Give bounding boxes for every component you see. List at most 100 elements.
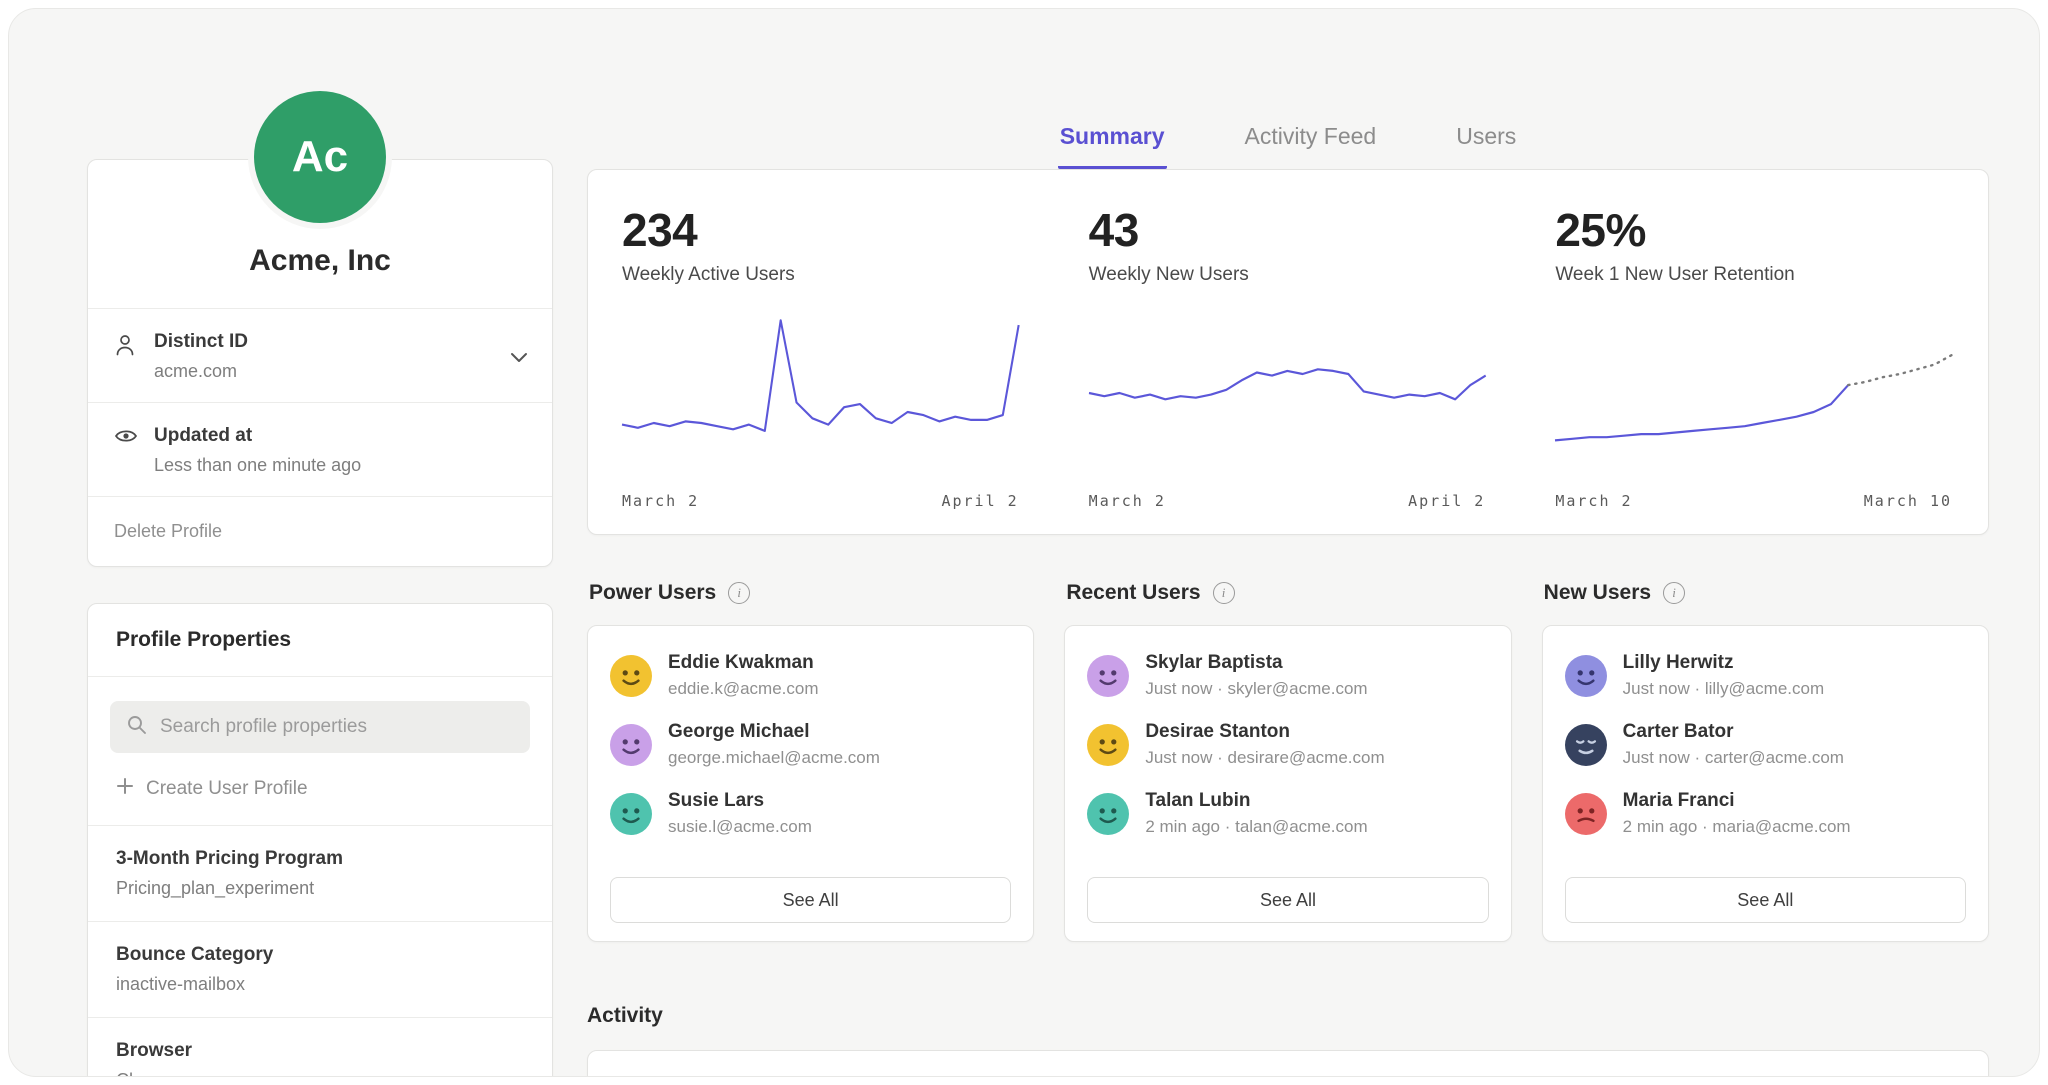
profile-properties-tools: Create User Profile	[88, 677, 552, 825]
field-distinct-id[interactable]: Distinct ID acme.com	[88, 308, 552, 402]
property-name: 3-Month Pricing Program	[116, 848, 524, 870]
create-user-profile-label: Create User Profile	[146, 778, 308, 800]
user-meta: susie.l@acme.com	[668, 817, 812, 837]
user-name: Carter Bator	[1623, 721, 1844, 743]
search-box[interactable]	[110, 701, 530, 753]
activity-section-title: Activity	[587, 1004, 1989, 1028]
user-name: Eddie Kwakman	[668, 652, 819, 674]
property-row[interactable]: Browser Chrome	[88, 1017, 552, 1077]
power-users-header: Power Users i	[589, 581, 1032, 605]
property-value: Chrome	[116, 1070, 524, 1077]
x-axis-labels: March 2 April 2	[622, 492, 1019, 510]
user-list-item[interactable]: Eddie Kwakman eddie.k@acme.com	[610, 652, 1011, 699]
user-meta: Just now · skyler@acme.com	[1145, 679, 1367, 699]
activity-stat: 940	[1055, 1051, 1522, 1077]
user-avatar	[1565, 793, 1607, 835]
recent-users-card: Skylar Baptista Just now · skyler@acme.c…	[1064, 625, 1511, 942]
plus-icon	[116, 777, 134, 801]
user-avatar	[1087, 724, 1129, 766]
property-row[interactable]: 3-Month Pricing Program Pricing_plan_exp…	[88, 825, 552, 921]
user-avatar	[1565, 724, 1607, 766]
see-all-button[interactable]: See All	[1087, 877, 1488, 923]
user-list-item[interactable]: Lilly Herwitz Just now · lilly@acme.com	[1565, 652, 1966, 699]
x-tick: March 2	[1555, 492, 1632, 510]
delete-profile-row: Delete Profile	[88, 496, 552, 566]
property-name: Bounce Category	[116, 944, 524, 966]
stat-label: Weekly New Users	[1089, 264, 1486, 286]
user-list-item[interactable]: Skylar Baptista Just now · skyler@acme.c…	[1087, 652, 1488, 699]
stat-value: 43	[1089, 206, 1486, 254]
field-label: Distinct ID	[154, 331, 248, 353]
create-user-profile-button[interactable]: Create User Profile	[116, 777, 524, 801]
new-users-column: New Users i Lilly Herwitz Just now · lil…	[1542, 581, 1989, 942]
user-meta: Just now · desirare@acme.com	[1145, 748, 1384, 768]
see-all-button[interactable]: See All	[610, 877, 1011, 923]
tab-users[interactable]: Users	[1454, 119, 1518, 169]
stat-label: Weekly Active Users	[622, 264, 1019, 286]
property-row[interactable]: Bounce Category inactive-mailbox	[88, 921, 552, 1017]
user-name: Lilly Herwitz	[1623, 652, 1824, 674]
activity-stat: 3.4k	[1521, 1051, 1988, 1077]
user-avatar	[610, 793, 652, 835]
stat-label: Week 1 New User Retention	[1555, 264, 1952, 286]
profile-sidebar: Ac Acme, Inc Distinct ID acme.com	[87, 9, 553, 1077]
user-avatar	[1087, 655, 1129, 697]
user-meta: Just now · lilly@acme.com	[1623, 679, 1824, 699]
user-meta: 2 min ago · talan@acme.com	[1145, 817, 1367, 837]
user-meta: eddie.k@acme.com	[668, 679, 819, 699]
field-updated-at: Updated at Less than one minute ago	[88, 402, 552, 496]
weekly-new-users-chart	[1089, 308, 1486, 478]
user-list-item[interactable]: Susie Lars susie.l@acme.com	[610, 790, 1011, 837]
delete-profile-button[interactable]: Delete Profile	[114, 521, 222, 541]
stat-value: 234	[622, 206, 1019, 254]
search-profile-properties-input[interactable]	[160, 716, 514, 738]
user-list-item[interactable]: Maria Franci 2 min ago · maria@acme.com	[1565, 790, 1966, 837]
user-lists-section: Power Users i Eddie Kwakman eddie.k@acme…	[587, 581, 1989, 942]
see-all-button[interactable]: See All	[1565, 877, 1966, 923]
main-content: Summary Activity Feed Users 234 Weekly A…	[587, 9, 1989, 1077]
user-name: Maria Franci	[1623, 790, 1851, 812]
field-value: Less than one minute ago	[154, 455, 361, 476]
list-title: Recent Users	[1066, 581, 1200, 605]
recent-users-column: Recent Users i Skylar Baptista Just now …	[1064, 581, 1511, 942]
user-name: George Michael	[668, 721, 880, 743]
x-tick: March 10	[1864, 492, 1952, 510]
tab-activity-feed[interactable]: Activity Feed	[1243, 119, 1379, 169]
user-name: Susie Lars	[668, 790, 812, 812]
field-value: acme.com	[154, 361, 248, 382]
x-axis-labels: March 2 March 10	[1555, 492, 1952, 510]
info-icon[interactable]: i	[728, 582, 750, 604]
new-users-header: New Users i	[1544, 581, 1987, 605]
chevron-down-icon[interactable]	[510, 351, 528, 369]
user-list-item[interactable]: George Michael george.michael@acme.com	[610, 721, 1011, 768]
user-name: Desirae Stanton	[1145, 721, 1384, 743]
field-label: Updated at	[154, 425, 361, 447]
list-title: Power Users	[589, 581, 716, 605]
activity-stat: 234	[588, 1051, 1055, 1077]
new-users-card: Lilly Herwitz Just now · lilly@acme.com …	[1542, 625, 1989, 942]
property-name: Browser	[116, 1040, 524, 1062]
power-users-column: Power Users i Eddie Kwakman eddie.k@acme…	[587, 581, 1034, 942]
user-name: Talan Lubin	[1145, 790, 1367, 812]
user-meta: Just now · carter@acme.com	[1623, 748, 1844, 768]
weekly-active-users-chart	[622, 308, 1019, 478]
user-list-item[interactable]: Carter Bator Just now · carter@acme.com	[1565, 721, 1966, 768]
tab-summary[interactable]: Summary	[1058, 119, 1167, 169]
stat-value: 25%	[1555, 206, 1952, 254]
user-avatar	[610, 724, 652, 766]
company-avatar-initials: Ac	[292, 132, 348, 182]
property-value: inactive-mailbox	[116, 974, 524, 995]
info-icon[interactable]: i	[1663, 582, 1685, 604]
profile-properties-card: Profile Properties Create User Profile 3…	[87, 603, 553, 1077]
company-avatar: Ac	[254, 91, 386, 223]
user-list-item[interactable]: Desirae Stanton Just now · desirare@acme…	[1087, 721, 1488, 768]
stat-week1-retention: 25% Week 1 New User Retention March 2 Ma…	[1521, 170, 1988, 534]
info-icon[interactable]: i	[1213, 582, 1235, 604]
user-avatar	[610, 655, 652, 697]
stat-weekly-new-users: 43 Weekly New Users March 2 April 2	[1055, 170, 1522, 534]
week1-retention-chart	[1555, 308, 1952, 478]
user-meta: 2 min ago · maria@acme.com	[1623, 817, 1851, 837]
recent-users-header: Recent Users i	[1066, 581, 1509, 605]
user-list-item[interactable]: Talan Lubin 2 min ago · talan@acme.com	[1087, 790, 1488, 837]
user-meta: george.michael@acme.com	[668, 748, 880, 768]
